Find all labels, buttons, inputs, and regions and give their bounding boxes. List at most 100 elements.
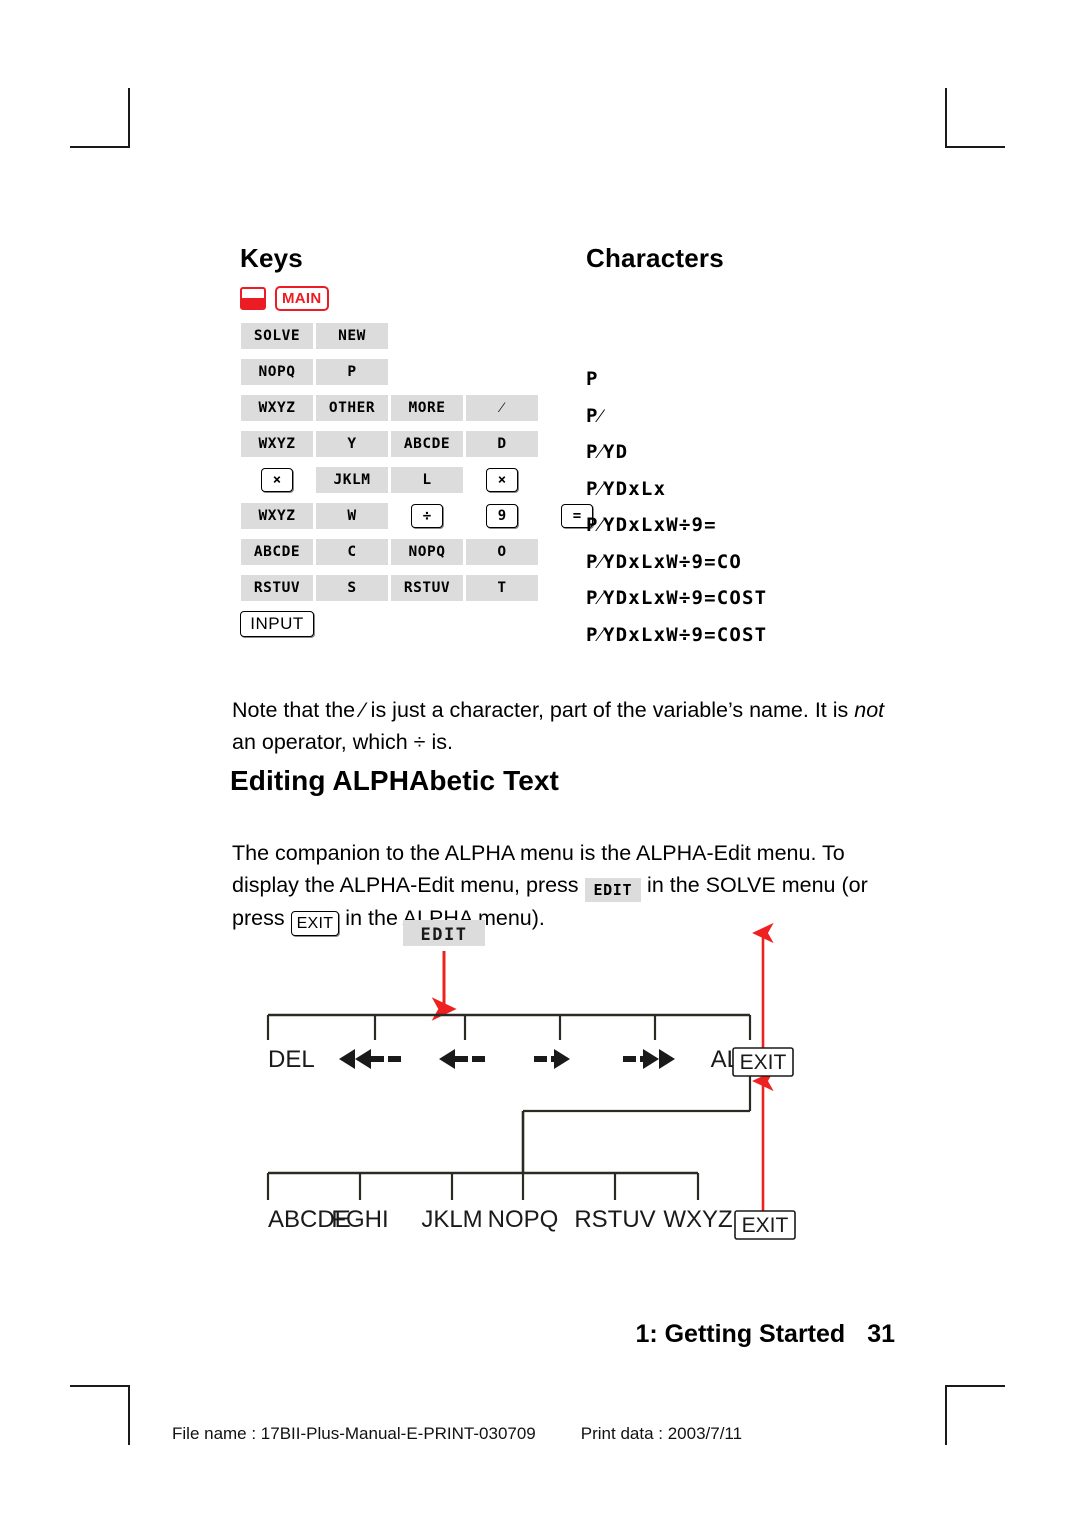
character-display-line: P⁄YDxLx <box>586 477 667 500</box>
key-sequence-row: WXYZ Y ABCDE D <box>240 429 615 459</box>
shift-indicator-icon <box>240 286 266 310</box>
key-rstuv-7-2[interactable]: RSTUV <box>391 575 463 601</box>
key-abcde-6-0[interactable]: ABCDE <box>241 539 313 565</box>
key-slot: ⁄ <box>465 395 539 421</box>
running-head-title: 1: Getting Started <box>635 1320 846 1348</box>
key-slot: × <box>465 468 539 492</box>
key-slot: JKLM <box>315 467 389 493</box>
key-o-6-3[interactable]: O <box>466 539 538 565</box>
diagram-bottom-label-rstuv: RSTUV <box>574 1206 655 1233</box>
key-sequence-row: INPUT <box>240 609 615 639</box>
key--4-3[interactable]: × <box>486 468 518 492</box>
key-input-8-0[interactable]: INPUT <box>240 611 314 637</box>
key-slot: RSTUV <box>240 575 314 601</box>
key-abcde-3-2[interactable]: ABCDE <box>391 431 463 457</box>
key-slot: ABCDE <box>240 539 314 565</box>
key-sequence-row: WXYZ W ÷ 9 = <box>240 501 615 531</box>
key--5-2[interactable]: ÷ <box>411 504 443 528</box>
characters-column-header: Characters <box>586 243 724 273</box>
running-head: 1: Getting Started 31 <box>635 1320 895 1349</box>
key-s-7-1[interactable]: S <box>316 575 388 601</box>
print-info: File name : 17BII-Plus-Manual-E-PRINT-03… <box>172 1424 742 1444</box>
key-slot: MORE <box>390 395 464 421</box>
key-slot: Y <box>315 431 389 457</box>
character-display-line: P⁄YDxLxW÷9=COST <box>586 587 768 609</box>
key-9-5-3[interactable]: 9 <box>486 504 518 528</box>
key-slot: D <box>465 431 539 457</box>
key-p-1-1[interactable]: P <box>316 359 388 385</box>
key-sequence-row: RSTUV S RSTUV T <box>240 573 615 603</box>
key-other-2-1[interactable]: OTHER <box>316 395 388 421</box>
page-number: 31 <box>867 1320 895 1348</box>
note-part2: is just a character, part of the variabl… <box>364 697 855 722</box>
key-d-3-3[interactable]: D <box>466 431 538 457</box>
key-slot: WXYZ <box>240 431 314 457</box>
characters-column: P P⁄ P⁄YD P⁄YDxLx P⁄YDxLxW÷9= P⁄YDxLxW÷9=CO P⁄… <box>586 366 767 658</box>
note-paragraph: Note that the ⁄ is just a character, par… <box>232 694 897 758</box>
note-part1: Note that the <box>232 697 362 722</box>
diagram-top-label-del: DEL <box>268 1046 315 1073</box>
diagram-bottom-label-jklm: JKLM <box>421 1206 482 1233</box>
diagram-bottom-label-nopq: NOPQ <box>488 1206 559 1233</box>
key-sequence-row: SOLVE NEW <box>240 321 615 351</box>
shift-key-row: MAIN <box>240 283 615 313</box>
diagram-top-arrow-1 <box>339 1049 401 1069</box>
note-italic-not: not <box>854 697 885 722</box>
diagram-top-arrow-3 <box>534 1049 570 1069</box>
key-slot: NEW <box>315 323 389 349</box>
key-w-5-1[interactable]: W <box>316 503 388 529</box>
keys-column-header: Keys <box>240 243 303 273</box>
key--4-0[interactable]: × <box>261 468 293 492</box>
key-slot: ABCDE <box>390 431 464 457</box>
key--2-3[interactable]: ⁄ <box>466 395 538 421</box>
key-slot: × <box>240 468 314 492</box>
key-more-2-2[interactable]: MORE <box>391 395 463 421</box>
alpha-edit-menu-diagram: EDITDELALPHAABCDEFGHIJKLMNOPQRSTUVWXYZEX… <box>230 915 890 1255</box>
diagram-exit-bottom-label: EXIT <box>742 1214 789 1237</box>
character-display-line: P⁄YD <box>586 441 629 463</box>
key-wxyz-3-0[interactable]: WXYZ <box>241 431 313 457</box>
note-part3: an operator, which ÷ is. <box>232 729 453 754</box>
key-nopq-6-2[interactable]: NOPQ <box>391 539 463 565</box>
key-new-0-1[interactable]: NEW <box>316 323 388 349</box>
key-t-7-3[interactable]: T <box>466 575 538 601</box>
key-slot: OTHER <box>315 395 389 421</box>
key-slot: W <box>315 503 389 529</box>
key-slot: WXYZ <box>240 395 314 421</box>
key-nopq-1-0[interactable]: NOPQ <box>241 359 313 385</box>
key-solve-0-0[interactable]: SOLVE <box>241 323 313 349</box>
key-slot: RSTUV <box>390 575 464 601</box>
diagram-top-arrow-4 <box>623 1049 675 1069</box>
character-display-line: P⁄YDxLxW÷9=CO <box>586 550 743 573</box>
character-display-line: P⁄YDxLxW÷9= <box>586 514 717 536</box>
character-display-line: P⁄ <box>586 404 604 427</box>
key-slot: O <box>465 539 539 565</box>
key-jklm-4-1[interactable]: JKLM <box>316 467 388 493</box>
manual-page: Keys Characters MAIN SOLVE NEW NOPQ P WXYZ OT… <box>0 0 1080 1526</box>
key-sequence-row: WXYZ OTHER MORE ⁄ <box>240 393 615 423</box>
key-sequence-row: NOPQ P <box>240 357 615 387</box>
key-slot: L <box>390 467 464 493</box>
key-wxyz-2-0[interactable]: WXYZ <box>241 395 313 421</box>
key-slot: ÷ <box>390 504 464 528</box>
diagram-bottom-label-fghi: FGHI <box>331 1206 388 1233</box>
section-heading: Editing ALPHAbetic Text <box>230 765 559 796</box>
diagram-exit-top-label: EXIT <box>740 1051 787 1074</box>
key-slot: NOPQ <box>240 359 314 385</box>
key-y-3-1[interactable]: Y <box>316 431 388 457</box>
edit-softkey-inline[interactable]: EDIT <box>584 877 642 902</box>
key-wxyz-5-0[interactable]: WXYZ <box>241 503 313 529</box>
key-rstuv-7-0[interactable]: RSTUV <box>241 575 313 601</box>
key-slot: INPUT <box>240 611 314 637</box>
key-l-4-2[interactable]: L <box>391 467 463 493</box>
diagram-top-arrow-2 <box>439 1049 485 1069</box>
key-slot: S <box>315 575 389 601</box>
key-c-6-1[interactable]: C <box>316 539 388 565</box>
key-slot: C <box>315 539 389 565</box>
key-slot: T <box>465 575 539 601</box>
menu-tree-svg: EDITDELALPHAABCDEFGHIJKLMNOPQRSTUVWXYZEX… <box>266 920 796 1240</box>
key-slot: SOLVE <box>240 323 314 349</box>
main-key[interactable]: MAIN <box>275 285 329 311</box>
key-slot: WXYZ <box>240 503 314 529</box>
key-slot: P <box>315 359 389 385</box>
